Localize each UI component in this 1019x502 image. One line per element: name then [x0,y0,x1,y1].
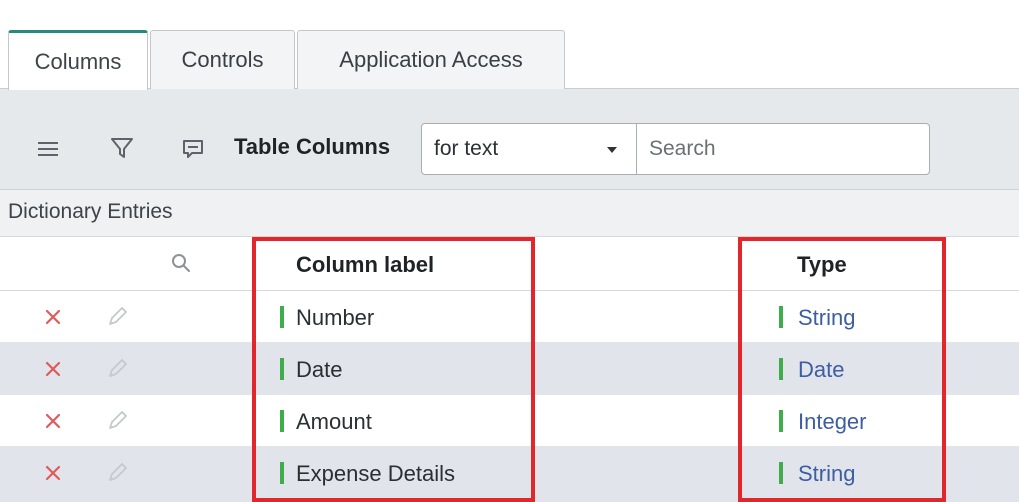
cell-column-label: Expense Details [296,461,455,486]
search-field-select[interactable]: for text [421,123,637,175]
hamburger-menu-icon[interactable] [36,137,60,161]
table-title: Table Columns [234,134,391,159]
pencil-icon[interactable] [104,356,130,382]
table-row [0,291,1019,343]
pencil-icon[interactable] [104,304,130,330]
filter-funnel-icon[interactable] [108,134,136,162]
delete-x-icon[interactable] [42,462,64,484]
mandatory-marker [280,462,284,484]
delete-x-icon[interactable] [42,410,64,432]
cell-type-link[interactable]: Date [798,357,844,383]
mandatory-marker [779,358,783,380]
tab-controls[interactable]: Controls [150,30,295,89]
mandatory-marker [779,410,783,432]
cell-column-label: Date [296,357,343,382]
table-header-row [0,237,1019,291]
pencil-icon[interactable] [104,460,130,486]
table-row [0,343,1019,395]
tab-application-access[interactable]: Application Access [297,30,565,89]
mandatory-marker [779,306,783,328]
cell-type-link[interactable]: String [798,461,855,487]
search-field-select-value: for text [434,137,499,160]
mandatory-marker [280,306,284,328]
column-header-label[interactable]: Column label [296,252,434,278]
mandatory-marker [280,410,284,432]
caret-down-icon[interactable] [607,147,617,153]
cell-type-link[interactable]: Integer [798,409,867,435]
mandatory-marker [280,358,284,380]
table-row [0,447,1019,502]
column-header-type[interactable]: Type [797,252,847,278]
search-input[interactable] [636,123,930,175]
comment-icon[interactable] [180,136,206,162]
cell-column-label: Number [296,305,375,330]
delete-x-icon[interactable] [42,358,64,380]
tab-columns[interactable]: Columns [8,30,148,90]
search-icon[interactable] [170,252,192,274]
section-title: Dictionary Entries [8,200,173,223]
pencil-icon[interactable] [104,408,130,434]
delete-x-icon[interactable] [42,306,64,328]
mandatory-marker [779,462,783,484]
cell-type-link[interactable]: String [798,305,855,331]
cell-column-label: Amount [296,409,372,434]
